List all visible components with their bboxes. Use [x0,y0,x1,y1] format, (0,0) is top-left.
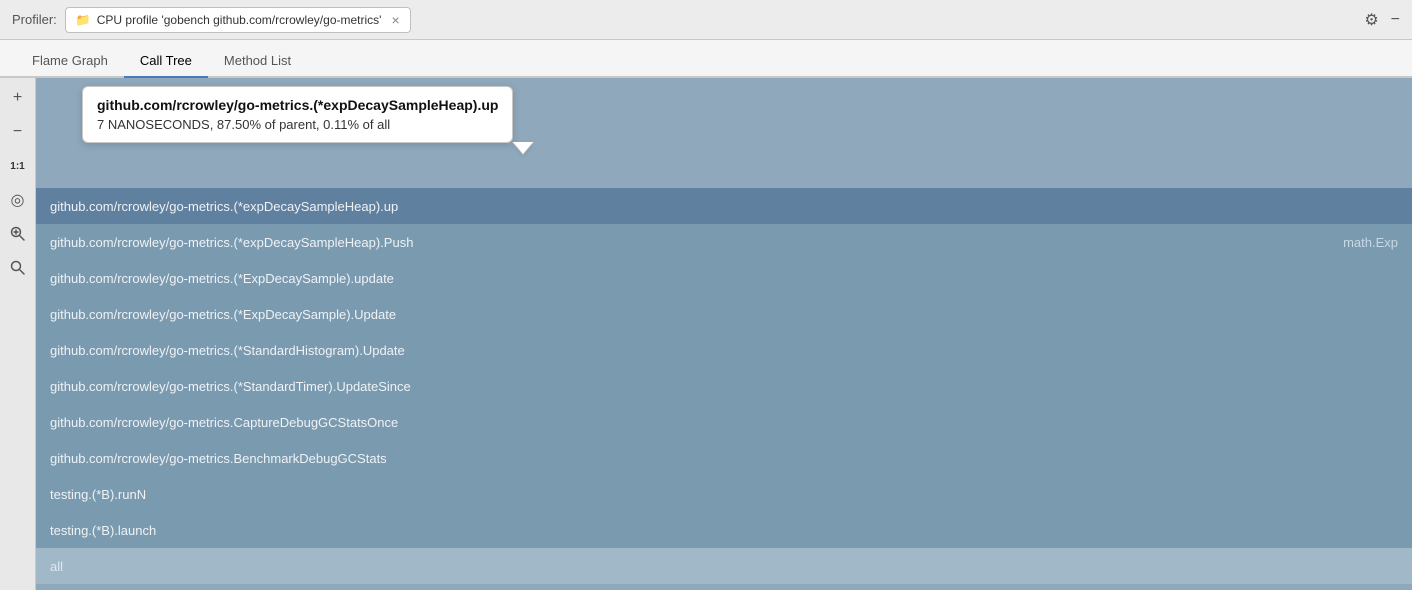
close-tab-button[interactable]: × [391,12,399,28]
row-text: github.com/rcrowley/go-metrics.(*expDeca… [50,235,1343,250]
row-text: github.com/rcrowley/go-metrics.(*ExpDeca… [50,271,1398,286]
search-zoom-icon[interactable] [6,222,30,246]
tooltip-arrow [513,142,533,154]
tooltip-subtitle: 7 NANOSECONDS, 87.50% of parent, 0.11% o… [97,117,498,132]
table-row[interactable]: testing.(*B).runN [36,476,1412,512]
call-tree-area: github.com/rcrowley/go-metrics.(*expDeca… [36,78,1412,590]
eye-icon[interactable]: ◎ [6,188,30,212]
zoom-out-icon[interactable]: − [6,120,30,144]
table-row[interactable]: github.com/rcrowley/go-metrics.(*Standar… [36,332,1412,368]
profiler-label: Profiler: [12,12,57,27]
row-text: github.com/rcrowley/go-metrics.(*expDeca… [50,199,1398,214]
sidebar: + − 1:1 ◎ [0,78,36,590]
profile-tab[interactable]: 📁 CPU profile 'gobench github.com/rcrowl… [65,7,411,33]
table-row[interactable]: github.com/rcrowley/go-metrics.(*ExpDeca… [36,296,1412,332]
tab-flame-graph[interactable]: Flame Graph [16,45,124,78]
table-row[interactable]: github.com/rcrowley/go-metrics.(*ExpDeca… [36,260,1412,296]
call-tree-rows: github.com/rcrowley/go-metrics.(*expDeca… [36,188,1412,590]
table-row[interactable]: github.com/rcrowley/go-metrics.Benchmark… [36,440,1412,476]
tooltip-title: github.com/rcrowley/go-metrics.(*expDeca… [97,97,498,113]
row-text: github.com/rcrowley/go-metrics.(*Standar… [50,343,1398,358]
minimize-icon[interactable]: − [1391,11,1400,29]
main-content: + − 1:1 ◎ github.com/rcrowley/go-metrics… [0,78,1412,590]
row-text: github.com/rcrowley/go-metrics.(*ExpDeca… [50,307,1398,322]
profile-tab-title: CPU profile 'gobench github.com/rcrowley… [97,13,382,27]
tab-call-tree[interactable]: Call Tree [124,45,208,78]
tabs-bar: Flame Graph Call Tree Method List [0,40,1412,78]
ratio-icon[interactable]: 1:1 [6,154,30,178]
row-text: github.com/rcrowley/go-metrics.Benchmark… [50,451,1398,466]
table-row[interactable]: github.com/rcrowley/go-metrics.(*expDeca… [36,188,1412,224]
row-text: testing.(*B).runN [50,487,1398,502]
search-icon[interactable] [6,256,30,280]
row-text: github.com/rcrowley/go-metrics.CaptureDe… [50,415,1398,430]
folder-icon: 📁 [76,13,91,27]
zoom-in-icon[interactable]: + [6,86,30,110]
row-text: testing.(*B).launch [50,523,1398,538]
table-row[interactable]: testing.(*B).launch [36,512,1412,548]
tab-method-list[interactable]: Method List [208,45,307,78]
table-row[interactable]: github.com/rcrowley/go-metrics.(*expDeca… [36,224,1412,260]
top-bar: Profiler: 📁 CPU profile 'gobench github.… [0,0,1412,40]
top-bar-actions: ⚙ − [1364,10,1400,30]
tooltip: github.com/rcrowley/go-metrics.(*expDeca… [82,86,513,143]
table-row[interactable]: github.com/rcrowley/go-metrics.CaptureDe… [36,404,1412,440]
table-row[interactable]: github.com/rcrowley/go-metrics.(*Standar… [36,368,1412,404]
row-extra: math.Exp [1343,235,1412,250]
row-text: all [50,559,1398,574]
table-row[interactable]: all [36,548,1412,584]
gear-icon[interactable]: ⚙ [1364,10,1378,30]
row-text: github.com/rcrowley/go-metrics.(*Standar… [50,379,1398,394]
